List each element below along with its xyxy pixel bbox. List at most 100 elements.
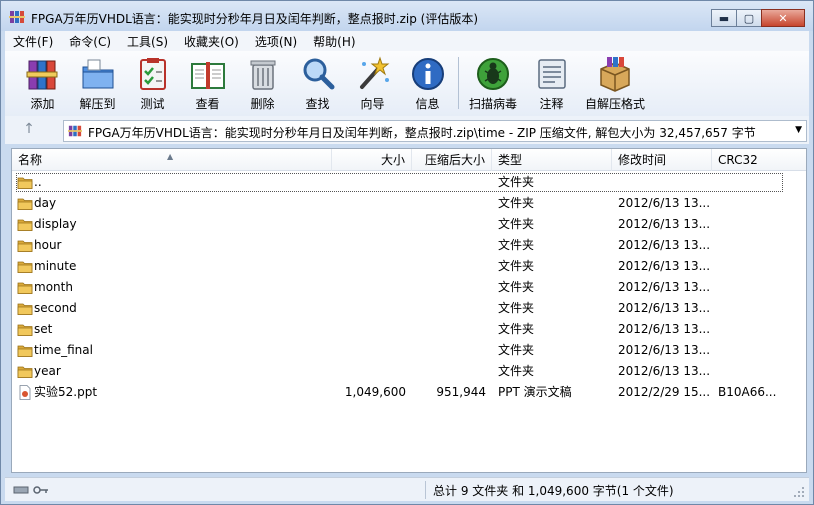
minimize-button[interactable]: ▬: [711, 9, 737, 27]
folder-icon: [17, 366, 33, 378]
drive-key-icon[interactable]: [13, 484, 53, 496]
column-crc32[interactable]: CRC32: [712, 149, 806, 171]
file-size: [332, 256, 406, 277]
menu-help[interactable]: 帮助(H): [305, 33, 363, 50]
file-row[interactable]: 实验52.ppt 1,049,600 951,944 PPT 演示文稿 2012/2/2…: [12, 382, 806, 403]
file-packed-size: [412, 319, 486, 340]
file-name: ..: [34, 175, 42, 189]
folder-icon: [17, 261, 33, 273]
title-bar[interactable]: FPGA万年历VHDL语言：能实现时分秒年月日及闰年判断，整点报时.zip (评…: [1, 1, 813, 31]
resize-grip-icon[interactable]: [793, 486, 805, 498]
books-add-icon: [26, 60, 57, 90]
wizard-button[interactable]: 向导: [345, 51, 400, 113]
file-name: time_final: [34, 343, 93, 357]
file-type: 文件夹: [498, 175, 535, 189]
folder-row[interactable]: month 文件夹 2012/6/13 13...: [12, 277, 806, 298]
sfx-button[interactable]: 自解压格式: [579, 51, 651, 113]
comment-button[interactable]: 注释: [524, 51, 579, 113]
file-type: 文件夹: [498, 196, 535, 210]
info-button[interactable]: 信息: [400, 51, 455, 113]
file-crc32: [718, 298, 806, 319]
file-packed-size: [412, 340, 486, 361]
menu-options[interactable]: 选项(N): [247, 33, 305, 50]
file-packed-size: [412, 277, 486, 298]
archive-icon: [68, 125, 82, 137]
folder-row[interactable]: hour 文件夹 2012/6/13 13...: [12, 235, 806, 256]
file-name: 实验52.ppt: [34, 385, 98, 399]
file-crc32: [718, 172, 806, 193]
folder-row[interactable]: year 文件夹 2012/6/13 13...: [12, 361, 806, 382]
file-type: 文件夹: [498, 259, 535, 273]
file-modified: 2012/6/13 13...: [618, 259, 711, 273]
view-label: 查看: [195, 97, 220, 111]
file-size: [332, 172, 406, 193]
folder-icon: [17, 345, 33, 357]
file-modified: 2012/6/13 13...: [618, 196, 711, 210]
column-type[interactable]: 类型: [492, 149, 612, 171]
clipboard-check-icon: [139, 58, 166, 90]
file-crc32: [718, 277, 806, 298]
close-button[interactable]: ✕: [761, 9, 805, 27]
scan-virus-label: 扫描病毒: [468, 97, 517, 111]
info-icon: [411, 58, 444, 90]
file-list[interactable]: 名称 ▲ 大小 压缩后大小 类型 修改时间 CRC32 .. 文件夹 day 文件夹 2…: [11, 148, 807, 473]
toolbar: 添加 解压到 测试 查看 删除 查找 向导 信息 扫描病毒 注释 自解压格式: [5, 51, 809, 116]
folder-row[interactable]: second 文件夹 2012/6/13 13...: [12, 298, 806, 319]
path-text: FPGA万年历VHDL语言：能实现时分秒年月日及闰年判断，整点报时.zip\ti…: [88, 126, 756, 140]
winrar-window: FPGA万年历VHDL语言：能实现时分秒年月日及闰年判断，整点报时.zip (评…: [0, 0, 814, 505]
maximize-button[interactable]: ▢: [736, 9, 762, 27]
add-button[interactable]: 添加: [15, 51, 70, 113]
test-label: 测试: [140, 97, 165, 111]
test-button[interactable]: 测试: [125, 51, 180, 113]
menu-commands[interactable]: 命令(C): [61, 33, 119, 50]
column-header: 名称 ▲ 大小 压缩后大小 类型 修改时间 CRC32: [12, 149, 806, 171]
file-size: [332, 319, 406, 340]
column-modified[interactable]: 修改时间: [612, 149, 712, 171]
folder-icon: [17, 240, 33, 252]
file-packed-size: [412, 361, 486, 382]
file-crc32: [718, 340, 806, 361]
info-label: 信息: [415, 97, 440, 111]
delete-label: 删除: [250, 97, 275, 111]
magnifier-icon: [303, 58, 334, 90]
folder-row[interactable]: set 文件夹 2012/6/13 13...: [12, 319, 806, 340]
file-name: hour: [34, 238, 62, 252]
file-packed-size: [412, 235, 486, 256]
bug-icon: [477, 58, 509, 90]
file-modified: 2012/6/13 13...: [618, 364, 711, 378]
find-button[interactable]: 查找: [290, 51, 345, 113]
file-name: set: [34, 322, 53, 336]
file-packed-size: 951,944: [436, 385, 486, 399]
path-combobox[interactable]: FPGA万年历VHDL语言：能实现时分秒年月日及闰年判断，整点报时.zip\ti…: [63, 120, 807, 142]
column-size[interactable]: 大小: [332, 149, 412, 171]
add-label: 添加: [30, 97, 55, 111]
column-name[interactable]: 名称 ▲: [12, 149, 332, 171]
menu-favorites[interactable]: 收藏夹(O): [176, 33, 247, 50]
scan-virus-button[interactable]: 扫描病毒: [462, 51, 524, 113]
status-bar: 总计 9 文件夹 和 1,049,600 字节(1 个文件): [5, 477, 809, 501]
folder-icon: [17, 198, 33, 210]
extract-button[interactable]: 解压到: [70, 51, 125, 113]
folder-row[interactable]: minute 文件夹 2012/6/13 13...: [12, 256, 806, 277]
delete-button[interactable]: 删除: [235, 51, 290, 113]
up-one-level-button[interactable]: ↑: [19, 121, 39, 139]
sort-ascending-icon: ▲: [167, 152, 174, 161]
folder-row[interactable]: .. 文件夹: [12, 172, 806, 193]
folder-row[interactable]: display 文件夹 2012/6/13 13...: [12, 214, 806, 235]
folder-icon: [17, 303, 33, 315]
menu-file[interactable]: 文件(F): [5, 33, 61, 50]
file-name: second: [34, 301, 77, 315]
find-label: 查找: [305, 97, 330, 111]
folder-row[interactable]: day 文件夹 2012/6/13 13...: [12, 193, 806, 214]
view-button[interactable]: 查看: [180, 51, 235, 113]
menu-tools[interactable]: 工具(S): [119, 33, 176, 50]
file-modified: 2012/6/13 13...: [618, 322, 711, 336]
file-packed-size: [412, 256, 486, 277]
file-name: day: [34, 196, 57, 210]
file-name: month: [34, 280, 73, 294]
file-size: 1,049,600: [344, 385, 406, 399]
address-bar: ↑ FPGA万年历VHDL语言：能实现时分秒年月日及闰年判断，整点报时.zip\…: [5, 116, 809, 144]
column-packed-size[interactable]: 压缩后大小: [412, 149, 492, 171]
folder-row[interactable]: time_final 文件夹 2012/6/13 13...: [12, 340, 806, 361]
chevron-down-icon[interactable]: ▼: [795, 125, 802, 135]
